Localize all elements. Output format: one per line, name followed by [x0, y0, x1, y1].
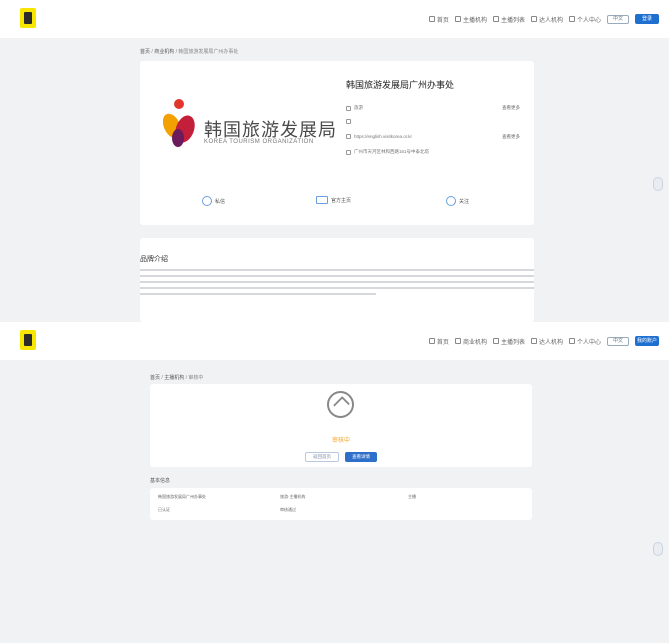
org-logo-figure [159, 99, 200, 153]
person-icon [568, 338, 575, 344]
main-nav: 首页 主播机构 主播列表 达人机构 个人中心 中文 登录 [428, 14, 659, 24]
nav-item-talent-org[interactable]: 达人机构 [530, 15, 563, 24]
intro-title: 品牌介绍 [140, 256, 168, 263]
brand-intro-card: 品牌介绍 [140, 238, 534, 322]
account-button[interactable]: 我的账户 [635, 336, 659, 346]
org-name: 韩国旅游发展局广州办事处 [346, 80, 455, 90]
brand-logo-2[interactable] [20, 330, 36, 350]
breadcrumb-2: 首页 / 主播机构 / 审核中 [150, 375, 204, 381]
basic-info-cell: 审核通过 [280, 507, 296, 512]
nav-item-anchor-list-2[interactable]: 主播列表 [492, 337, 525, 346]
basic-info-cell: 韩国旅游发展局广州办事处 [158, 494, 206, 499]
basic-info-label: 基本信息 [150, 478, 171, 484]
monitor-icon [316, 196, 328, 204]
float-help-button[interactable] [653, 177, 663, 191]
language-select[interactable]: 中文 [607, 14, 629, 24]
user-icon [492, 16, 499, 22]
users-icon [454, 338, 461, 344]
breadcrumb-section[interactable]: 商业机构 [154, 49, 174, 55]
home-icon [428, 338, 435, 344]
users-icon [454, 16, 461, 22]
tag-icon [346, 105, 351, 111]
breadcrumb-home[interactable]: 首页 [140, 49, 150, 55]
chat-icon [202, 196, 212, 206]
view-details-button[interactable]: 查看详情 [345, 452, 377, 462]
info-row-category: 旅游 [346, 105, 363, 111]
user-icon [492, 338, 499, 344]
approval-status-card: 审核中 返回首页 查看详情 [150, 384, 532, 467]
home-icon [428, 16, 435, 22]
basic-info-cell: 旅游·主播机构 [280, 494, 306, 499]
nav-item-home-2[interactable]: 首页 [428, 337, 449, 346]
plus-circle-icon [446, 196, 456, 206]
org-logo-subtext: KOREA TOURISM ORGANIZATION [204, 139, 314, 145]
nav-item-anchor-org[interactable]: 主播机构 [454, 15, 487, 24]
view-more-link[interactable]: 查看更多 [502, 105, 520, 111]
official-site-button[interactable]: 官方主页 [316, 196, 351, 204]
approval-status-text: 审核中 [331, 438, 350, 444]
breadcrumb-section-2[interactable]: 主播机构 [164, 375, 184, 381]
info-row-address: 广州市天河区林和西路161号中泰北塔 [346, 149, 429, 155]
grid-icon [530, 16, 537, 22]
grid-icon [530, 338, 537, 344]
basic-info-cell: 主播 [408, 494, 416, 499]
nav-item-anchor-list[interactable]: 主播列表 [492, 15, 525, 24]
nav-item-personal[interactable]: 个人中心 [568, 15, 601, 24]
approval-panel: 首页 商业机构 主播列表 达人机构 个人中心 中文 我的账户 首页 / 主播机构… [0, 322, 669, 643]
breadcrumb: 首页 / 商业机构 / 韩国旅游发展局广州办事处 [140, 49, 239, 55]
intro-text [140, 269, 534, 299]
login-button[interactable]: 登录 [635, 14, 659, 24]
info-row-phone [346, 119, 354, 124]
phone-icon [346, 119, 351, 124]
main-nav-2: 首页 商业机构 主播列表 达人机构 个人中心 中文 我的账户 [428, 336, 659, 346]
nav-item-business-org[interactable]: 商业机构 [454, 337, 487, 346]
breadcrumb-home-2[interactable]: 首页 [150, 375, 160, 381]
language-select-2[interactable]: 中文 [607, 336, 629, 346]
message-button[interactable]: 私信 [202, 196, 225, 206]
breadcrumb-current: 韩国旅游发展局广州办事处 [178, 49, 239, 55]
breadcrumb-current-2: 审核中 [188, 375, 204, 381]
location-icon [346, 149, 351, 155]
org-detail-panel: 首页 主播机构 主播列表 达人机构 个人中心 中文 登录 首页 / 商业机构 /… [0, 0, 669, 322]
back-home-button[interactable]: 返回首页 [305, 452, 339, 462]
basic-info-card: 韩国旅游发展局广州办事处 旅游·主播机构 主播 已认证 审核通过 [150, 488, 532, 520]
top-navbar: 首页 主播机构 主播列表 达人机构 个人中心 中文 登录 [0, 0, 669, 38]
brand-logo[interactable] [20, 8, 36, 28]
nav-item-personal-2[interactable]: 个人中心 [568, 337, 601, 346]
info-row-website: https://english.visitkorea.or.kr [346, 134, 412, 139]
follow-button[interactable]: 关注 [446, 196, 469, 206]
org-actions: 私信 官方主页 关注 [140, 196, 534, 214]
float-help-button-2[interactable] [653, 542, 663, 556]
link-icon [346, 134, 351, 139]
pending-check-icon [327, 391, 354, 418]
basic-info-cell: 已认证 [158, 507, 170, 512]
org-profile-card: 韩国旅游发展局 KOREA TOURISM ORGANIZATION 韩国旅游发… [140, 61, 534, 225]
top-navbar-2: 首页 商业机构 主播列表 达人机构 个人中心 中文 我的账户 [0, 322, 669, 360]
person-icon [568, 16, 575, 22]
nav-item-talent-org-2[interactable]: 达人机构 [530, 337, 563, 346]
view-more-link-2[interactable]: 查看更多 [502, 134, 520, 140]
nav-item-home[interactable]: 首页 [428, 15, 449, 24]
